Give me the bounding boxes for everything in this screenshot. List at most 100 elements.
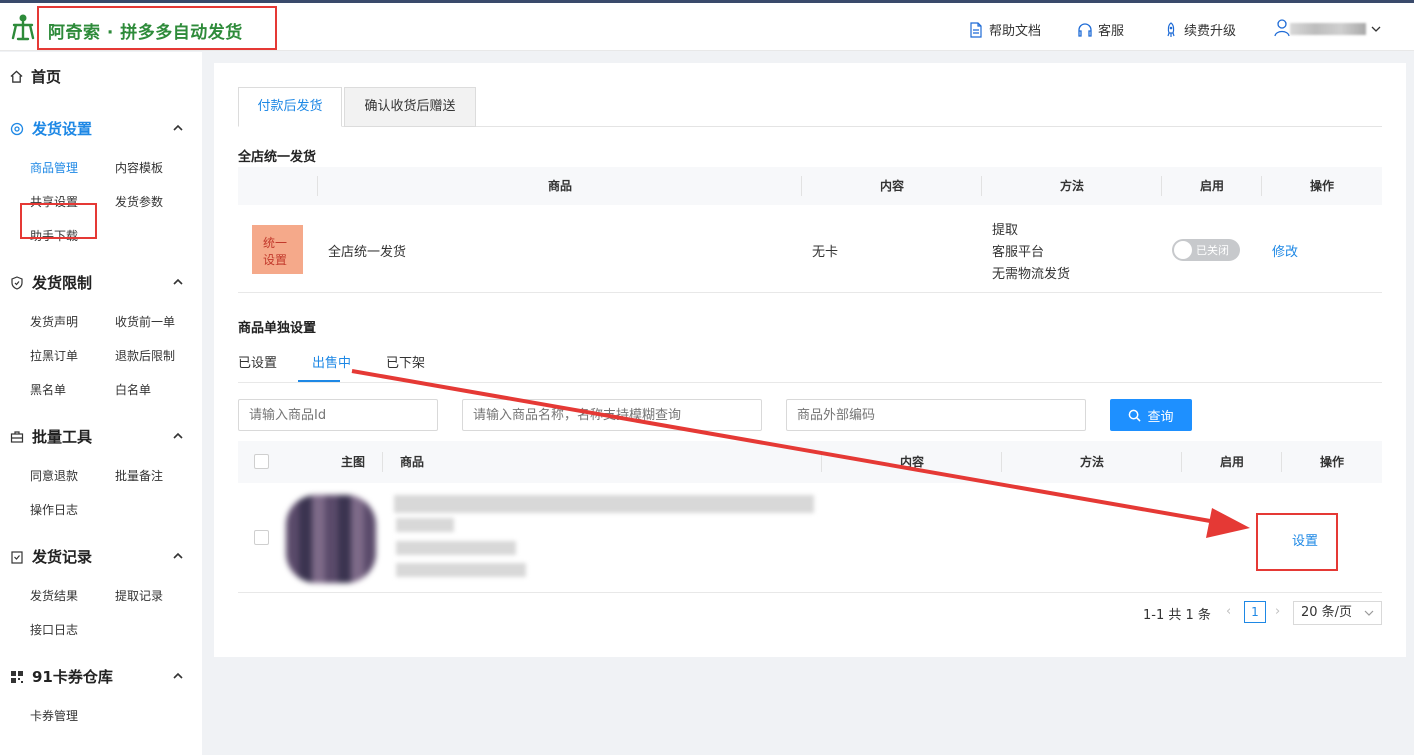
renew-upgrade-link[interactable]: 续费升级 [1163,20,1236,39]
chevron-up-icon[interactable] [173,124,183,132]
subtab-on-sale[interactable]: 出售中 [312,352,351,371]
unified-product-name: 全店统一发货 [328,245,407,260]
toggle-knob [1174,241,1192,259]
toggle-label: 已关闭 [1196,244,1229,257]
method-item: 提取 [992,223,1019,238]
sidebar-group-delivery-settings[interactable]: 发货设置 [10,118,92,139]
headset-icon [1078,22,1092,37]
chevron-up-icon[interactable] [173,432,183,440]
method-item: 无需物流发货 [992,267,1071,282]
page-number-current[interactable]: 1 [1244,601,1266,623]
image-text-line: 设置 [263,253,288,267]
sidebar-item-operation-log[interactable]: 操作日志 [30,501,78,518]
column-header-action: 操作 [1319,455,1344,469]
sidebar-group-card-warehouse[interactable]: 91卡券仓库 [10,666,113,687]
chevron-down-icon[interactable] [1370,23,1382,35]
subtab-divider [238,382,1382,383]
page-size-select[interactable]: 20 条/页 [1293,601,1382,625]
sidebar-item-whitelist[interactable]: 白名单 [115,381,151,398]
sidebar-item-delivery-statement[interactable]: 发货声明 [30,313,78,330]
product-info-blurred [396,563,526,577]
home-icon [10,70,23,83]
sidebar-item-card-management[interactable]: 卡券管理 [30,707,78,724]
pagination-total: 1-1 共 1 条 [1143,608,1211,623]
single-section-title: 商品单独设置 [238,321,317,336]
row-divider [238,292,1382,293]
column-header-content: 内容 [899,455,924,469]
external-code-input[interactable] [786,399,1086,431]
sidebar-group-batch-tools[interactable]: 批量工具 [10,426,92,447]
chevron-up-icon[interactable] [173,278,183,286]
document-icon [970,21,982,38]
tab-bar: 付款后发货 确认收货后赠送 [238,87,1382,127]
search-icon [1129,409,1142,422]
sidebar-item-content-template[interactable]: 内容模板 [115,159,163,176]
subtab-configured[interactable]: 已设置 [238,352,277,371]
method-item: 客服平台 [992,245,1045,260]
gear-icon [10,122,24,135]
column-separator [382,452,383,472]
set-link-highlight-box [1256,513,1338,571]
sidebar-group-delivery-limits[interactable]: 发货限制 [10,272,92,293]
chevron-up-icon[interactable] [173,552,183,560]
column-header-action: 操作 [1309,179,1334,193]
column-header-product: 商品 [399,455,424,469]
chevron-down-icon [1364,610,1374,616]
sidebar-item-agree-refund[interactable]: 同意退款 [30,467,78,484]
main-panel: 付款后发货 确认收货后赠送 全店统一发货 商品 内容 方法 启用 操作 统一 设… [214,63,1406,657]
column-header-method: 方法 [1059,179,1084,193]
prev-page-icon[interactable]: ‹ [1226,604,1231,619]
select-all-checkbox[interactable] [254,454,269,469]
sidebar-item-before-receipt[interactable]: 收货前一单 [115,313,175,330]
row-checkbox[interactable] [254,530,269,545]
enable-toggle[interactable]: 已关闭 [1172,239,1240,261]
tab-after-payment[interactable]: 付款后发货 [238,87,342,127]
brand-highlight-box [37,6,277,50]
sidebar-item-extract-records[interactable]: 提取记录 [115,587,163,604]
customer-service-link[interactable]: 客服 [1077,20,1124,39]
help-docs-link[interactable]: 帮助文档 [968,20,1041,39]
chevron-up-icon[interactable] [173,672,183,680]
sidebar: 首页 发货设置 商品管理 内容模板 共享设置 发货参数 助手下载 发货限制 发货… [0,52,202,755]
product-info-blurred [396,518,454,532]
toolbox-icon [10,430,24,443]
unified-table-header: 商品 内容 方法 启用 操作 [238,167,1382,205]
user-name-blurred[interactable] [1290,23,1366,35]
subtab-off-shelf[interactable]: 已下架 [386,352,425,371]
subtab-active-indicator [298,380,340,382]
single-table-header: 主图 商品 内容 方法 启用 操作 [238,441,1382,483]
sidebar-item-blacklist[interactable]: 黑名单 [30,381,66,398]
sidebar-item-delivery-params[interactable]: 发货参数 [115,193,163,210]
search-button[interactable]: 查询 [1110,399,1192,431]
sidebar-item-api-log[interactable]: 接口日志 [30,621,78,638]
product-title-blurred [394,495,814,513]
column-header-enabled: 启用 [1199,179,1224,193]
sidebar-item-delivery-results[interactable]: 发货结果 [30,587,78,604]
sidebar-item-home[interactable]: 首页 [10,66,61,87]
image-text-line: 统一 [263,236,288,250]
sidebar-item-product-management[interactable]: 商品管理 [30,159,78,176]
column-header-enabled: 启用 [1219,455,1244,469]
logo-icon [11,14,35,41]
column-header-content: 内容 [879,179,904,193]
edit-link[interactable]: 修改 [1272,241,1298,260]
product-info-blurred [396,541,516,555]
tab-after-receipt-gift[interactable]: 确认收货后赠送 [344,87,476,127]
qr-grid-icon [11,670,23,683]
product-name-input[interactable] [462,399,762,431]
unified-content-value: 无卡 [812,245,839,260]
product-management-highlight-box [20,203,97,239]
sidebar-item-refund-limit[interactable]: 退款后限制 [115,347,175,364]
sidebar-item-batch-remark[interactable]: 批量备注 [115,467,163,484]
sidebar-group-delivery-records[interactable]: 发货记录 [10,546,92,567]
user-icon[interactable] [1274,19,1290,37]
row-divider [238,592,1382,593]
unified-setting-image: 统一 设置 [252,225,303,274]
column-header-product: 商品 [547,179,572,193]
next-page-icon[interactable]: › [1275,604,1280,619]
sidebar-item-blocked-orders[interactable]: 拉黑订单 [30,347,78,364]
shield-icon [11,275,23,290]
product-id-input[interactable] [238,399,438,431]
column-header-method: 方法 [1079,455,1104,469]
unified-section-title: 全店统一发货 [238,150,317,165]
